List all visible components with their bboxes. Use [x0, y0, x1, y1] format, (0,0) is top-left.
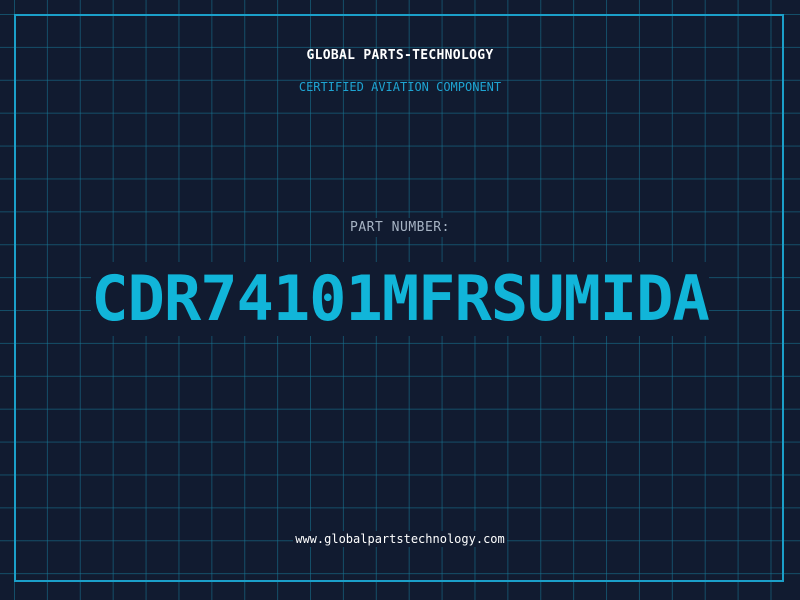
footer-row: www.globalpartstechnology.com [0, 530, 800, 548]
website-url: www.globalpartstechnology.com [293, 531, 507, 547]
part-number-value: CDR74101MFRSUMIDA [91, 262, 710, 336]
tagline: CERTIFIED AVIATION COMPONENT [298, 80, 502, 94]
part-number-label-row: PART NUMBER: [0, 218, 800, 237]
company-name: GLOBAL PARTS-TECHNOLOGY [306, 48, 494, 63]
part-number-label: PART NUMBER: [348, 218, 452, 237]
part-number-row: CDR74101MFRSUMIDA [0, 262, 800, 336]
part-card: GLOBAL PARTS-TECHNOLOGY CERTIFIED AVIATI… [0, 0, 800, 600]
